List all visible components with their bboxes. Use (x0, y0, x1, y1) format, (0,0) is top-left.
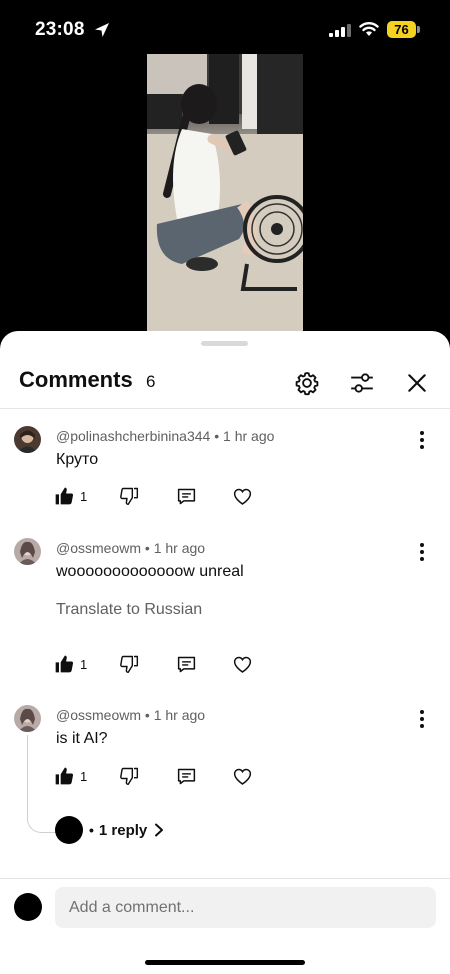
thumbs-up-icon (55, 767, 74, 785)
comment-actions: 1 (54, 484, 274, 508)
comment-meta: @ossmeowm • 1 hr ago (56, 540, 206, 556)
dislike-button[interactable] (119, 652, 139, 676)
comment-author[interactable]: @ossmeowm (56, 707, 141, 723)
thumbs-up-icon (55, 655, 74, 673)
comment-author[interactable]: @ossmeowm (56, 540, 141, 556)
avatar[interactable] (14, 426, 41, 453)
user-avatar[interactable] (14, 893, 42, 921)
filter-button[interactable] (343, 364, 381, 402)
heart-button[interactable] (232, 764, 253, 788)
comment-author[interactable]: @polinashcherbinina344 (56, 428, 210, 444)
chevron-right-icon (154, 823, 164, 837)
more-options-button[interactable] (414, 708, 430, 730)
dislike-button[interactable] (119, 484, 139, 508)
cellular-signal-icon (329, 24, 351, 37)
view-replies-button[interactable]: • 1 reply (55, 816, 164, 844)
reply-avatar (55, 816, 83, 844)
like-count: 1 (80, 488, 88, 504)
close-button[interactable] (398, 364, 436, 402)
translate-link[interactable]: Translate to Russian (56, 601, 202, 619)
heart-icon (233, 768, 252, 785)
dislike-button[interactable] (119, 764, 139, 788)
sliders-icon (351, 373, 373, 393)
comment-actions: 1 (54, 652, 274, 676)
composer-divider (0, 878, 450, 879)
status-time: 23:08 (35, 19, 85, 40)
reply-separator: • (89, 822, 94, 838)
like-count: 1 (80, 656, 88, 672)
location-arrow-icon (95, 23, 109, 37)
like-button[interactable]: 1 (54, 652, 87, 676)
video-player[interactable] (147, 54, 303, 331)
comment-meta: @polinashcherbinina344 • 1 hr ago (56, 428, 275, 444)
thumbs-down-icon (120, 767, 139, 786)
comment-time: 1 hr ago (223, 428, 275, 444)
battery-level: 76 (394, 22, 409, 37)
thumbs-up-icon (55, 487, 74, 505)
comments-count: 6 (146, 372, 156, 391)
heart-icon (233, 656, 252, 673)
video-frame-image (147, 54, 303, 331)
avatar[interactable] (14, 538, 41, 565)
more-options-button[interactable] (414, 541, 430, 563)
reply-comment-icon (177, 488, 196, 504)
wifi-icon (359, 22, 379, 36)
replies-count: 1 reply (98, 821, 148, 839)
comment-text: Круто (56, 451, 99, 468)
comment-time: 1 hr ago (153, 707, 206, 723)
thumbs-down-icon (120, 655, 139, 674)
more-options-button[interactable] (414, 429, 430, 451)
heart-icon (233, 488, 252, 505)
avatar[interactable] (14, 705, 41, 732)
gear-icon (295, 372, 319, 396)
comment-meta: @ossmeowm • 1 hr ago (56, 707, 206, 723)
comments-sheet: Comments 6 @polinashcherbinina344 • 1 hr… (0, 331, 450, 974)
header-divider (0, 408, 450, 409)
reply-comment-icon (177, 768, 196, 784)
comment-text: is it AI? (56, 730, 108, 747)
comment-text: wooooooooooooow unreal (56, 563, 244, 580)
thumbs-down-icon (120, 487, 139, 506)
settings-button[interactable] (288, 364, 326, 402)
heart-button[interactable] (232, 652, 253, 676)
like-button[interactable]: 1 (54, 764, 87, 788)
comments-header: Comments 6 (0, 359, 450, 407)
like-count: 1 (80, 768, 88, 784)
reply-button[interactable] (176, 484, 197, 508)
heart-button[interactable] (232, 484, 253, 508)
like-button[interactable]: 1 (54, 484, 87, 508)
battery-indicator: 76 (387, 21, 420, 38)
comment-actions: 1 (54, 764, 274, 788)
close-icon (408, 374, 426, 392)
comment-time: 1 hr ago (153, 540, 206, 556)
reply-button[interactable] (176, 652, 197, 676)
reply-button[interactable] (176, 764, 197, 788)
add-comment-input[interactable] (55, 887, 436, 928)
comments-title: Comments (19, 367, 133, 392)
reply-comment-icon (177, 656, 196, 672)
home-indicator[interactable] (145, 960, 305, 965)
drag-handle[interactable] (201, 341, 248, 346)
status-bar: 23:08 76 (0, 0, 450, 54)
